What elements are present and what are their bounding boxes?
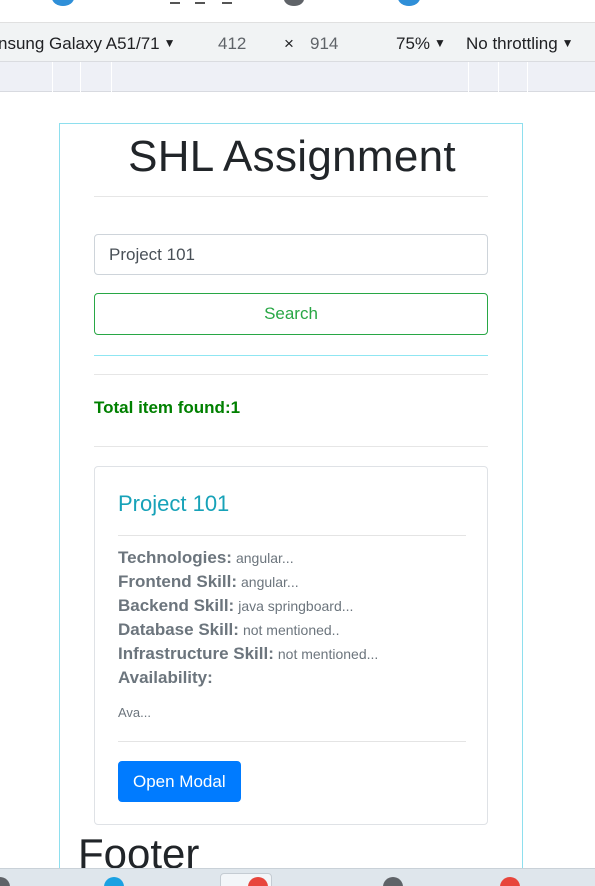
browser-tab-strip: [0, 0, 595, 22]
search-input[interactable]: [94, 234, 488, 275]
device-name: nsung Galaxy A51/71: [0, 34, 160, 53]
device-width-input[interactable]: 412: [218, 34, 246, 54]
ruler-tick: [52, 62, 53, 92]
zoom-select[interactable]: 75% ▼: [396, 34, 446, 54]
detail-label: Availability:: [118, 668, 213, 687]
throttling-value: No throttling: [466, 34, 558, 53]
taskbar-app-icon[interactable]: [383, 877, 403, 886]
browser-tab-icon[interactable]: [398, 0, 420, 6]
detail-value: angular...: [241, 574, 299, 590]
ruler-tick: [527, 62, 528, 92]
dimension-times-icon: ×: [284, 34, 294, 53]
chevron-down-icon: ▼: [163, 36, 176, 50]
page-viewport: SHL Assignment Search Total item found:1…: [0, 92, 595, 868]
os-taskbar: [0, 868, 595, 886]
availability-text: Ava...: [118, 705, 152, 720]
app-container: SHL Assignment Search Total item found:1…: [59, 123, 523, 868]
tab-divider: [222, 2, 232, 4]
footer-heading: Footer: [78, 830, 200, 868]
taskbar-app-icon[interactable]: [500, 877, 520, 886]
detail-technologies: Technologies: angular...: [118, 548, 294, 568]
divider: [94, 374, 488, 375]
tab-divider: [195, 2, 205, 4]
card-divider: [118, 535, 466, 536]
detail-label: Technologies:: [118, 548, 232, 567]
card-title: Project 101: [118, 491, 230, 516]
detail-infrastructure-skill: Infrastructure Skill: not mentioned...: [118, 644, 378, 664]
divider: [94, 446, 488, 447]
open-modal-button[interactable]: Open Modal: [118, 761, 241, 802]
ruler-tick: [498, 62, 499, 92]
card-divider: [118, 741, 466, 742]
ruler-tick: [111, 62, 112, 92]
browser-tab-icon[interactable]: [52, 0, 74, 6]
chevron-down-icon: ▼: [434, 36, 446, 50]
detail-frontend-skill: Frontend Skill: angular...: [118, 572, 299, 592]
device-toolbar: nsung Galaxy A51/71 ▼ 412 × 914 75% ▼ No t…: [0, 22, 595, 62]
detail-database-skill: Database Skill: not mentioned..: [118, 620, 339, 640]
media-query-ruler[interactable]: [0, 62, 595, 92]
throttling-select[interactable]: No throttling ▼: [466, 34, 574, 54]
detail-label: Backend Skill:: [118, 596, 235, 615]
detail-value: not mentioned...: [277, 646, 379, 662]
detail-label: Database Skill:: [118, 620, 239, 639]
tab-divider: [170, 2, 180, 4]
github-icon[interactable]: [284, 0, 304, 6]
total-items-label: Total item found:1: [94, 398, 241, 417]
detail-label: Infrastructure Skill:: [118, 644, 274, 663]
zoom-value: 75%: [396, 34, 431, 53]
detail-label: Frontend Skill:: [118, 572, 237, 591]
project-card: Project 101 Technologies: angular... Fron…: [94, 466, 488, 825]
detail-value: java springboard...: [238, 598, 354, 614]
chevron-down-icon: ▼: [561, 36, 574, 50]
detail-value: angular...: [235, 550, 294, 566]
page-title: SHL Assignment: [128, 132, 456, 181]
taskbar-app-icon[interactable]: [0, 877, 10, 886]
divider: [94, 196, 488, 197]
detail-backend-skill: Backend Skill: java springboard...: [118, 596, 353, 616]
device-height-input[interactable]: 914: [310, 34, 338, 54]
search-button[interactable]: Search: [94, 293, 488, 335]
device-select[interactable]: nsung Galaxy A51/71 ▼: [0, 34, 176, 54]
ruler-tick: [468, 62, 469, 92]
taskbar-app-icon[interactable]: [104, 877, 124, 886]
divider: [94, 355, 488, 356]
ruler-tick: [80, 62, 81, 92]
detail-value: not mentioned..: [242, 622, 340, 638]
detail-availability: Availability:: [118, 668, 217, 688]
